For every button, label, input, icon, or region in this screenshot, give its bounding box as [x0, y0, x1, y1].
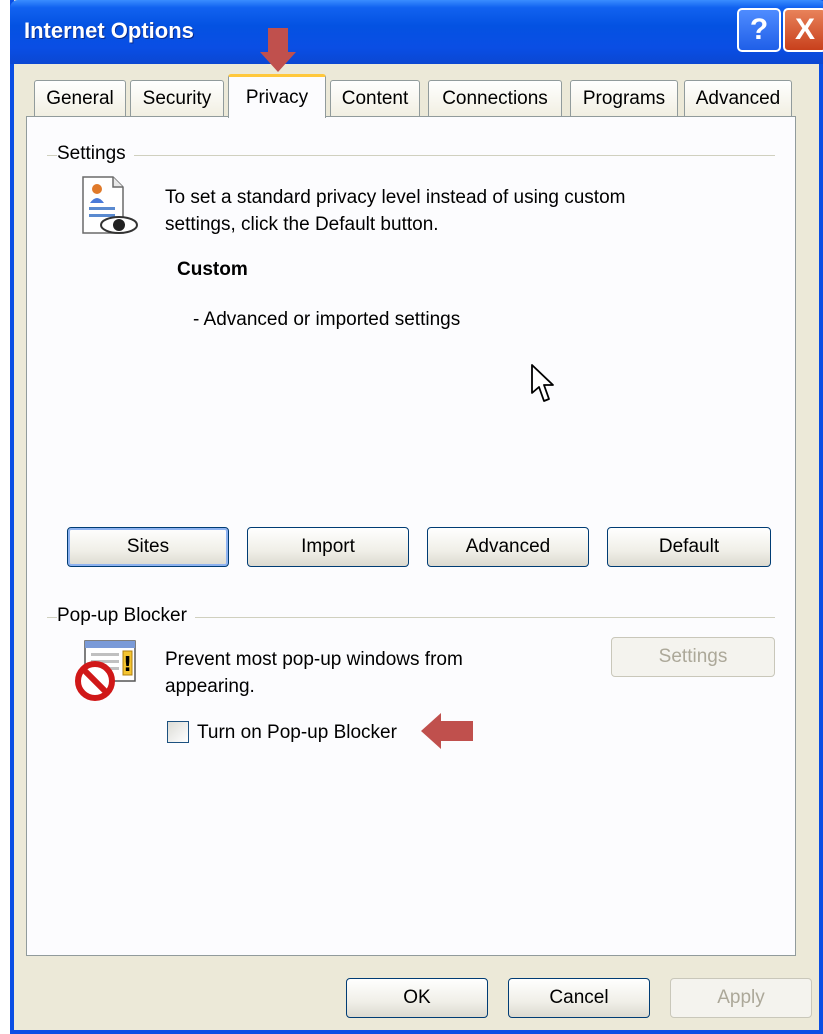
window-title: Internet Options — [24, 18, 194, 43]
privacy-tab-panel: Settings To set a standard privacy level… — [26, 116, 796, 956]
popup-blocker-checkbox-label[interactable]: Turn on Pop-up Blocker — [197, 720, 397, 746]
tab-general[interactable]: General — [34, 80, 126, 116]
settings-group-label: Settings — [57, 143, 134, 165]
popup-blocked-icon: ! — [75, 640, 136, 701]
privacy-document-icon — [82, 176, 138, 234]
import-button[interactable]: Import — [247, 527, 409, 567]
tab-content[interactable]: Content — [330, 80, 420, 116]
default-button[interactable]: Default — [607, 527, 771, 567]
mouse-cursor-icon — [531, 364, 554, 402]
popup-description-line2: appearing. — [165, 676, 255, 697]
ok-button[interactable]: OK — [346, 978, 488, 1018]
apply-button[interactable]: Apply — [670, 978, 812, 1018]
settings-description-line1: To set a standard privacy level instead … — [165, 187, 626, 208]
tab-privacy[interactable]: Privacy — [228, 74, 326, 118]
close-button[interactable]: X — [783, 8, 823, 52]
tab-advanced[interactable]: Advanced — [684, 80, 792, 116]
help-button[interactable]: ? — [737, 8, 781, 52]
svg-text:!: ! — [123, 652, 132, 676]
tab-programs[interactable]: Programs — [570, 80, 678, 116]
tab-security[interactable]: Security — [130, 80, 224, 116]
settings-group-divider — [47, 155, 775, 156]
help-icon: ? — [749, 13, 769, 46]
privacy-level-name: Custom — [177, 259, 248, 280]
settings-description-line2: settings, click the Default button. — [165, 214, 439, 235]
popup-description-line1: Prevent most pop-up windows from — [165, 649, 463, 670]
annotation-arrow-left-icon — [421, 713, 473, 749]
cancel-button[interactable]: Cancel — [508, 978, 650, 1018]
tab-connections[interactable]: Connections — [428, 80, 562, 116]
privacy-level-detail: - Advanced or imported settings — [193, 309, 461, 330]
popup-settings-button[interactable]: Settings — [611, 637, 775, 677]
popup-blocker-checkbox[interactable] — [167, 721, 189, 743]
advanced-button[interactable]: Advanced — [427, 527, 589, 567]
popup-blocker-group-label: Pop-up Blocker — [57, 605, 195, 627]
close-icon: X — [794, 13, 815, 46]
title-bar[interactable]: Internet Options ? X — [10, 0, 823, 64]
annotation-arrow-down-icon — [260, 28, 296, 72]
sites-button[interactable]: Sites — [67, 527, 229, 567]
